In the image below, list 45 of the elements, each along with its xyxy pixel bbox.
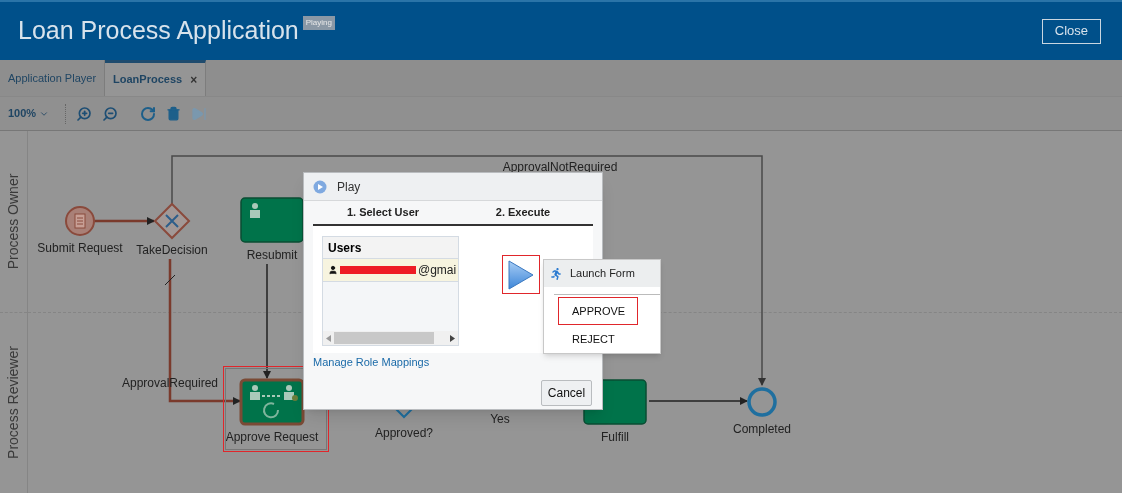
user-row[interactable]: @gmai bbox=[323, 259, 458, 282]
menu-item[interactable]: REJECT bbox=[558, 325, 638, 353]
gateway[interactable] bbox=[153, 202, 191, 240]
zoom-out-icon[interactable] bbox=[102, 105, 119, 122]
status-badge: Playing bbox=[302, 16, 335, 30]
node-label: Resubmit bbox=[246, 247, 298, 264]
flow-label: ApprovalNotRequired bbox=[502, 159, 618, 176]
close-tab-icon[interactable]: × bbox=[190, 70, 198, 89]
lane-label: Process Owner bbox=[4, 173, 22, 270]
menu-title: Launch Form bbox=[570, 266, 635, 282]
connector bbox=[94, 217, 155, 225]
node-label: Completed bbox=[733, 421, 791, 438]
execute-button[interactable] bbox=[502, 255, 540, 294]
zoom-in-icon[interactable] bbox=[76, 105, 93, 122]
menu-item[interactable]: APPROVE bbox=[558, 297, 638, 325]
app-title: Loan Process Application bbox=[18, 15, 299, 47]
cancel-button[interactable]: Cancel bbox=[541, 379, 592, 406]
step-heading: 2. Execute bbox=[494, 205, 552, 221]
user-icon bbox=[328, 265, 338, 275]
end-event[interactable] bbox=[747, 387, 777, 417]
manage-role-mappings-link[interactable]: Manage Role Mappings bbox=[313, 354, 593, 371]
start-event[interactable] bbox=[65, 206, 95, 236]
horizontal-scrollbar[interactable] bbox=[323, 331, 458, 345]
task-node[interactable] bbox=[240, 197, 304, 243]
tab[interactable]: LoanProcess × bbox=[105, 60, 207, 96]
refresh-icon[interactable] bbox=[140, 105, 157, 122]
scroll-right-icon[interactable] bbox=[450, 334, 455, 342]
approval-task-node[interactable] bbox=[239, 378, 305, 426]
flow-label: Yes bbox=[490, 411, 510, 428]
lane-label: Process Reviewer bbox=[4, 346, 22, 460]
node-label: Approved? bbox=[375, 425, 433, 442]
column-header: Users bbox=[323, 237, 458, 259]
node-label: Approve Request bbox=[225, 429, 319, 446]
play-icon bbox=[313, 179, 327, 194]
step-heading: 1. Select User bbox=[345, 205, 421, 221]
running-icon bbox=[550, 267, 562, 280]
node-label: Submit Request bbox=[37, 240, 123, 257]
user-email: @gmai bbox=[418, 262, 457, 279]
delete-icon[interactable] bbox=[166, 106, 182, 121]
dialog-title: Play bbox=[337, 178, 361, 196]
node-label: TakeDecision bbox=[136, 242, 208, 259]
play-icon bbox=[507, 259, 535, 290]
scroll-left-icon[interactable] bbox=[326, 334, 331, 342]
node-label: Fulfill bbox=[601, 429, 629, 446]
close-button[interactable]: Close bbox=[1041, 18, 1101, 44]
